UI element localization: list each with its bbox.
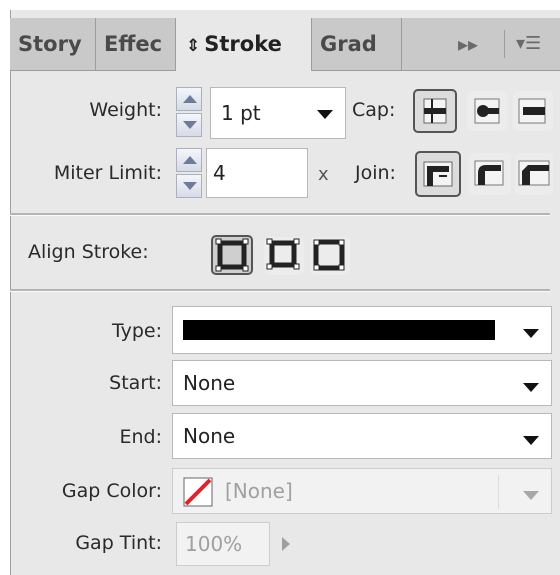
- dropdown-divider: [498, 475, 499, 509]
- gap-tint-slider-arrow-icon[interactable]: [282, 537, 290, 551]
- weight-up-arrow-icon[interactable]: [176, 87, 202, 111]
- miter-join-icon[interactable]: [415, 151, 461, 197]
- tab-collapse-arrows-icon: ⇕: [186, 36, 201, 56]
- end-value: None: [183, 424, 236, 448]
- chevron-down-icon: [523, 383, 539, 392]
- weight-label: Weight:: [89, 99, 162, 121]
- align-inside-icon[interactable]: [264, 237, 304, 275]
- weight-stepper[interactable]: [176, 87, 202, 137]
- gap-tint-label: Gap Tint:: [75, 532, 162, 554]
- butt-cap-icon[interactable]: [413, 89, 457, 133]
- miter-limit-value: 4: [213, 161, 226, 185]
- align-stroke-label: Align Stroke:: [28, 241, 149, 263]
- double-chevron-right-icon[interactable]: ▸▸: [458, 18, 478, 70]
- chevron-down-icon: [523, 491, 539, 500]
- round-join-icon[interactable]: [469, 153, 511, 195]
- panel-menu-icon[interactable]: ▾☰: [516, 18, 541, 70]
- chevron-down-icon: [523, 329, 539, 338]
- projecting-cap-icon[interactable]: [513, 91, 553, 131]
- join-label: Join:: [355, 162, 396, 184]
- gap-color-label: Gap Color:: [61, 480, 162, 502]
- gap-tint-input[interactable]: 100%: [176, 522, 270, 566]
- start-label: Start:: [109, 372, 162, 394]
- tab-story[interactable]: Story: [10, 18, 96, 70]
- tab-bar: Story Effec ⇕ Stroke Grad ▸▸ ▾☰: [10, 18, 560, 71]
- separator: [10, 289, 550, 292]
- start-value: None: [183, 371, 236, 395]
- tab-gradient-label: Grad: [320, 32, 377, 56]
- miter-limit-input[interactable]: 4: [206, 148, 308, 198]
- tab-gradient[interactable]: Grad: [312, 18, 402, 70]
- tab-stroke-label: Stroke: [204, 32, 282, 56]
- type-dropdown[interactable]: [172, 306, 552, 354]
- type-label: Type:: [111, 320, 162, 342]
- gap-color-dropdown[interactable]: [None]: [172, 468, 552, 514]
- end-dropdown[interactable]: None: [172, 413, 552, 459]
- miter-up-arrow-icon[interactable]: [176, 148, 202, 172]
- miter-limit-label: Miter Limit:: [53, 162, 162, 184]
- chevron-down-icon: [317, 110, 333, 119]
- tab-stroke[interactable]: ⇕ Stroke: [176, 18, 312, 71]
- weight-dropdown[interactable]: 1 pt: [210, 87, 346, 139]
- top-strip: [0, 0, 560, 10]
- bevel-join-icon[interactable]: [515, 153, 553, 195]
- miter-stepper[interactable]: [176, 148, 202, 198]
- chevron-down-icon: [523, 436, 539, 445]
- align-outside-icon[interactable]: [310, 237, 350, 275]
- miter-down-arrow-icon[interactable]: [176, 174, 202, 198]
- tab-effects[interactable]: Effec: [96, 18, 176, 70]
- end-label: End:: [119, 426, 162, 448]
- separator: [10, 213, 550, 216]
- tab-story-label: Story: [18, 32, 82, 56]
- gap-color-value: [None]: [225, 479, 293, 503]
- gap-tint-value: 100%: [185, 532, 243, 556]
- round-cap-icon[interactable]: [467, 91, 507, 131]
- stroke-type-swatch: [183, 320, 495, 340]
- miter-unit: x: [318, 164, 329, 185]
- weight-down-arrow-icon[interactable]: [176, 113, 202, 137]
- weight-value: 1 pt: [221, 101, 261, 125]
- tab-effects-label: Effec: [104, 32, 163, 56]
- start-dropdown[interactable]: None: [172, 360, 552, 406]
- tab-divider: [504, 30, 505, 58]
- align-center-icon[interactable]: [211, 235, 253, 275]
- none-swatch-icon: [183, 477, 213, 507]
- cap-label: Cap:: [352, 99, 396, 121]
